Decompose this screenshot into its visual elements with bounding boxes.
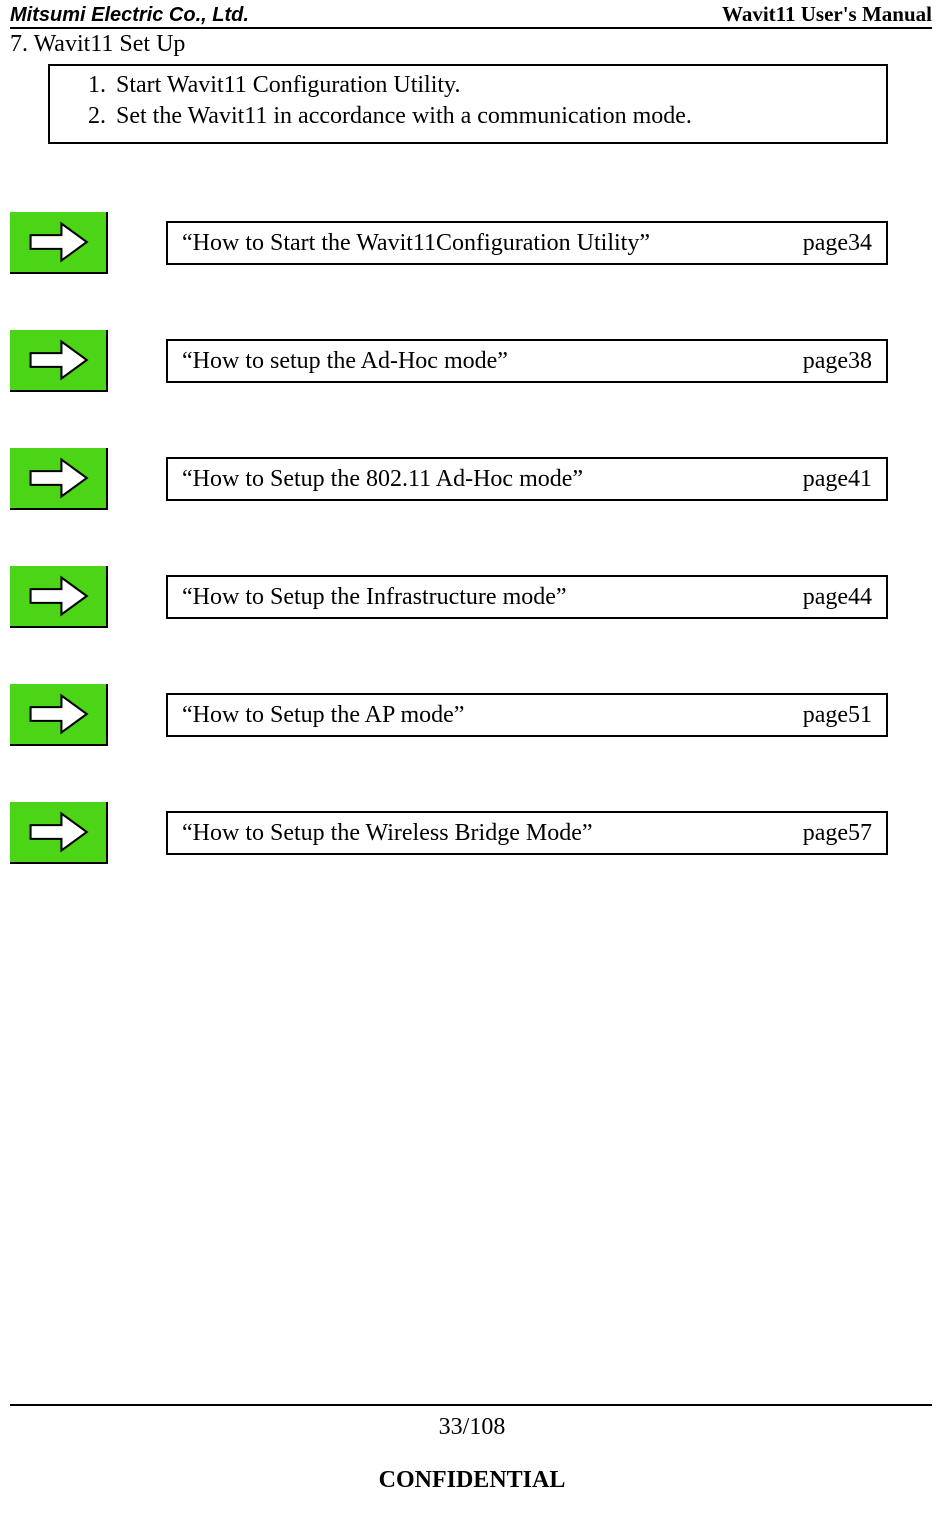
reference-row: “How to Setup the AP mode” page51: [10, 684, 944, 746]
reference-title: “How to Start the Wavit11Configuration U…: [182, 230, 650, 257]
confidential-label: CONFIDENTIAL: [0, 1467, 944, 1494]
arrow-icon: [10, 448, 108, 510]
reference-links: “How to Start the Wavit11Configuration U…: [0, 212, 944, 864]
reference-page: page34: [803, 230, 872, 257]
reference-box: “How to Start the Wavit11Configuration U…: [166, 221, 888, 265]
page-indicator: 33/108: [0, 1414, 944, 1441]
header-manual-title: Wavit11 User's Manual: [722, 2, 932, 27]
reference-box: “How to Setup the 802.11 Ad-Hoc mode” pa…: [166, 457, 888, 501]
reference-title: “How to Setup the 802.11 Ad-Hoc mode”: [182, 466, 583, 493]
footer-divider: [10, 1404, 932, 1406]
section-title: 7. Wavit11 Set Up: [10, 31, 944, 58]
arrow-icon: [10, 566, 108, 628]
reference-box: “How to setup the Ad-Hoc mode” page38: [166, 339, 888, 383]
reference-page: page51: [803, 702, 872, 729]
reference-page: page44: [803, 584, 872, 611]
intro-steps-list: Start Wavit11 Configuration Utility. Set…: [60, 70, 876, 132]
reference-page: page41: [803, 466, 872, 493]
reference-title: “How to setup the Ad-Hoc mode”: [182, 348, 508, 375]
reference-row: “How to Start the Wavit11Configuration U…: [10, 212, 944, 274]
intro-step: Set the Wavit11 in accordance with a com…: [112, 101, 876, 132]
footer: 33/108 CONFIDENTIAL: [0, 1404, 944, 1494]
reference-row: “How to Setup the Infrastructure mode” p…: [10, 566, 944, 628]
arrow-icon: [10, 684, 108, 746]
reference-title: “How to Setup the Wireless Bridge Mode”: [182, 820, 593, 847]
reference-page: page57: [803, 820, 872, 847]
reference-box: “How to Setup the Wireless Bridge Mode” …: [166, 811, 888, 855]
arrow-icon: [10, 330, 108, 392]
reference-page: page38: [803, 348, 872, 375]
reference-box: “How to Setup the AP mode” page51: [166, 693, 888, 737]
reference-box: “How to Setup the Infrastructure mode” p…: [166, 575, 888, 619]
reference-title: “How to Setup the AP mode”: [182, 702, 464, 729]
reference-title: “How to Setup the Infrastructure mode”: [182, 584, 567, 611]
intro-box: Start Wavit11 Configuration Utility. Set…: [48, 64, 888, 144]
reference-row: “How to Setup the 802.11 Ad-Hoc mode” pa…: [10, 448, 944, 510]
intro-step: Start Wavit11 Configuration Utility.: [112, 70, 876, 101]
header: Mitsumi Electric Co., Ltd. Wavit11 User'…: [10, 0, 932, 29]
arrow-icon: [10, 212, 108, 274]
reference-row: “How to Setup the Wireless Bridge Mode” …: [10, 802, 944, 864]
reference-row: “How to setup the Ad-Hoc mode” page38: [10, 330, 944, 392]
arrow-icon: [10, 802, 108, 864]
header-company: Mitsumi Electric Co., Ltd.: [10, 4, 249, 27]
